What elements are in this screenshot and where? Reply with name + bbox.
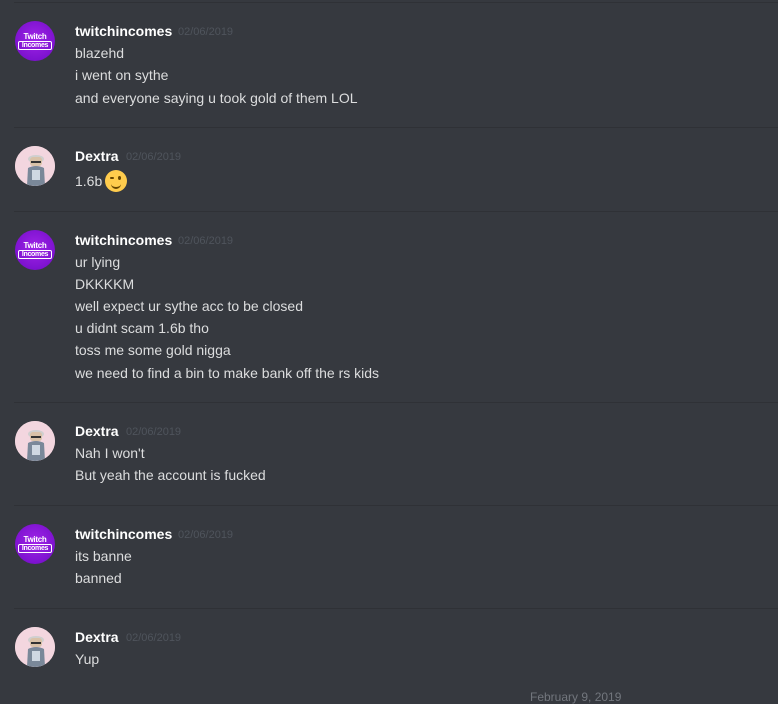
message-divider	[14, 505, 778, 506]
message-text: 1.6b	[75, 173, 103, 189]
timestamp: 02/06/2019	[126, 426, 182, 438]
message-line: Nah I won't	[75, 445, 145, 461]
message-line: blazehd	[75, 45, 125, 61]
timestamp: 02/06/2019	[178, 26, 234, 38]
username[interactable]: twitchincomes	[75, 23, 172, 39]
avatar[interactable]: Twitch Incomes	[15, 230, 55, 270]
message-divider	[14, 127, 778, 128]
message-line: DKKKKM	[75, 276, 135, 292]
avatar[interactable]: Twitch Incomes	[15, 21, 55, 61]
twitch-logo-icon: Twitch Incomes	[18, 535, 52, 553]
date-separator: February 9, 2019	[530, 690, 622, 704]
timestamp: 02/06/2019	[126, 632, 182, 644]
message-line: But yeah the account is fucked	[75, 467, 266, 483]
message-divider	[14, 402, 778, 403]
username[interactable]: Dextra	[75, 148, 119, 164]
message-line: banned	[75, 570, 122, 586]
timestamp: 02/06/2019	[178, 529, 234, 541]
username[interactable]: twitchincomes	[75, 232, 172, 248]
character-avatar-icon	[15, 421, 55, 461]
message-line: well expect ur sythe acc to be closed	[75, 298, 304, 314]
twitch-logo-icon: Twitch Incomes	[18, 32, 52, 50]
character-avatar-icon	[15, 146, 55, 186]
message-line: Yup	[75, 651, 100, 667]
twitch-logo-icon: Twitch Incomes	[18, 241, 52, 259]
username[interactable]: Dextra	[75, 423, 119, 439]
message-divider	[14, 608, 778, 609]
message-line: we need to find a bin to make bank off t…	[75, 365, 380, 381]
avatar[interactable]	[15, 627, 55, 667]
username[interactable]: Dextra	[75, 629, 119, 645]
character-avatar-icon	[15, 627, 55, 667]
message-divider	[14, 2, 778, 3]
avatar[interactable]	[15, 146, 55, 186]
username[interactable]: twitchincomes	[75, 526, 172, 542]
message-line: ur lying	[75, 254, 121, 270]
avatar[interactable]	[15, 421, 55, 461]
message-line: and everyone saying u took gold of them …	[75, 90, 358, 106]
message-divider	[14, 211, 778, 212]
message-line: i went on sythe	[75, 67, 169, 83]
timestamp: 02/06/2019	[178, 235, 234, 247]
message-line: toss me some gold nigga	[75, 342, 231, 358]
message-line: u didnt scam 1.6b tho	[75, 320, 209, 336]
message-line: its banne	[75, 548, 132, 564]
chat-log: Twitch Incomes twitchincomes 02/06/2019 …	[0, 0, 778, 704]
timestamp: 02/06/2019	[126, 151, 182, 163]
avatar[interactable]: Twitch Incomes	[15, 524, 55, 564]
winking-face-icon	[105, 170, 128, 192]
message-line: 1.6b	[75, 170, 128, 192]
